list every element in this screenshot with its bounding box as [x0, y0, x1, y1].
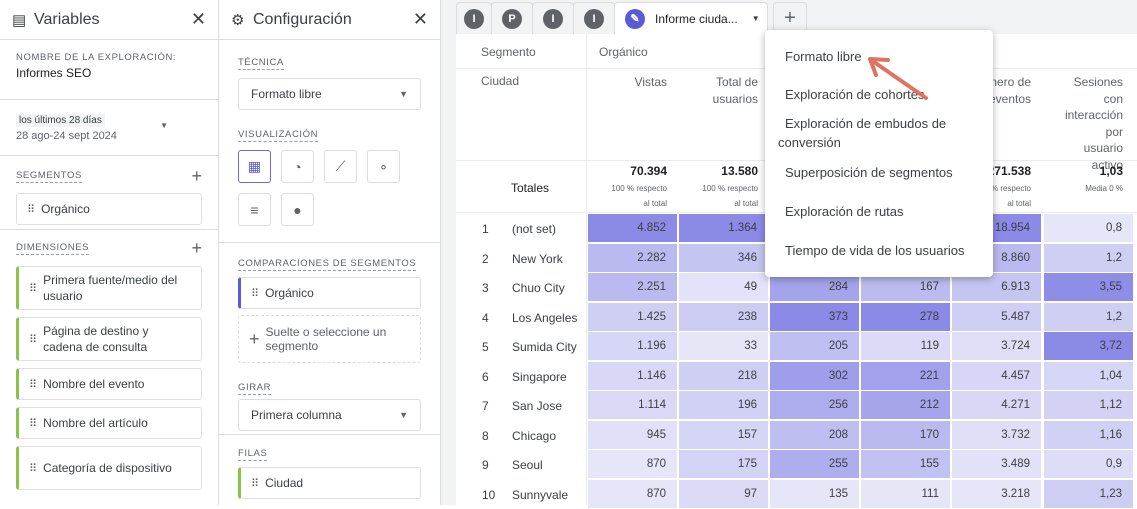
- annotation-arrow: [868, 57, 928, 100]
